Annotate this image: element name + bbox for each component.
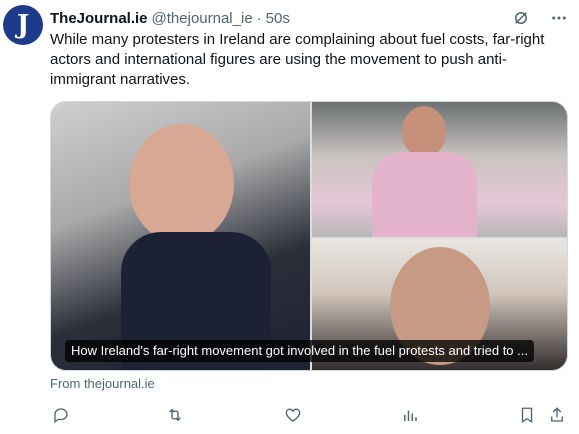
tweet-text: While many protesters in Ireland are com… <box>50 31 545 88</box>
author-handle[interactable]: @thejournal_ie <box>152 10 253 27</box>
views-icon[interactable] <box>399 404 421 426</box>
avatar[interactable]: J <box>3 5 43 45</box>
timestamp[interactable]: 50s <box>266 10 290 27</box>
author-name[interactable]: TheJournal.ie <box>50 10 148 27</box>
photo-man-pink-shirt <box>312 102 567 237</box>
repost-icon[interactable] <box>164 404 186 426</box>
bookmark-icon[interactable] <box>516 404 538 426</box>
grok-icon[interactable] <box>511 8 531 28</box>
avatar-letter: J <box>16 10 30 40</box>
like-icon[interactable] <box>282 404 304 426</box>
action-bar <box>50 404 570 426</box>
photo-man-with-glasses <box>51 102 310 370</box>
reply-icon[interactable] <box>50 404 72 426</box>
card-caption: How Ireland's far-right movement got inv… <box>65 340 534 362</box>
link-card-media[interactable]: How Ireland's far-right movement got inv… <box>50 101 568 371</box>
card-source[interactable]: From thejournal.ie <box>50 376 155 391</box>
tweet-header: TheJournal.ie @thejournal_ie · 50s <box>50 8 569 28</box>
separator-dot: · <box>256 9 262 27</box>
more-icon[interactable] <box>549 8 569 28</box>
share-icon[interactable] <box>546 404 568 426</box>
